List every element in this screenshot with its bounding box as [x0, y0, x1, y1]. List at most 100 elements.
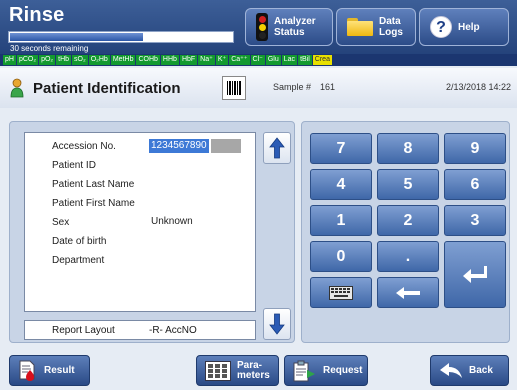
key-8[interactable]: 8 [377, 133, 439, 164]
folder-icon [347, 18, 373, 36]
result-button[interactable]: Result [9, 355, 90, 386]
parameter-chip: Cl⁻ [250, 55, 265, 65]
parameter-chip: sO₂ [72, 55, 88, 65]
key-6[interactable]: 6 [444, 169, 506, 200]
field-row-last-name[interactable]: Patient Last Name [25, 176, 257, 195]
arrow-up-icon [269, 137, 285, 159]
parameter-chip: Crea [312, 55, 332, 65]
parameters-button[interactable]: Para- meters [196, 355, 279, 386]
status-header: Rinse 30 seconds remaining pH pCO₂ pO₂ tHb s… [0, 0, 517, 66]
analyzer-status-label-line2: Status [274, 27, 305, 38]
parameter-chip: Ca⁺⁺ [229, 55, 250, 65]
backspace-arrow-icon [396, 286, 420, 299]
sample-number: 161 [320, 82, 336, 92]
request-button[interactable]: Request [284, 355, 368, 386]
scroll-down-button[interactable] [263, 308, 291, 340]
patient-field-list: Accession No. 1234567890 Patient ID Pati… [24, 132, 256, 312]
result-label: Result [44, 365, 75, 376]
department-value[interactable] [149, 253, 153, 267]
date-of-birth-label: Date of birth [52, 236, 107, 247]
arrow-down-icon [269, 313, 285, 335]
field-row-patient-id[interactable]: Patient ID [25, 157, 257, 176]
parameters-label-line2: meters [237, 369, 270, 381]
result-document-icon [19, 360, 35, 381]
help-question-icon: ? [430, 16, 452, 38]
parameter-chip: HHb [160, 55, 179, 65]
bottom-navigation-bar: Result Para- meters Request Back [0, 348, 517, 390]
traffic-light-icon [256, 13, 268, 41]
barcode-scan-button[interactable] [222, 76, 246, 100]
field-row-first-name[interactable]: Patient First Name [25, 195, 257, 214]
analyzer-status-button[interactable]: Analyzer Status [245, 8, 333, 46]
help-button[interactable]: ? Help [419, 8, 509, 46]
parameter-chip: K⁺ [215, 55, 229, 65]
date-time: 2/13/2018 14:22 [445, 82, 511, 92]
patient-id-label: Patient ID [52, 160, 96, 171]
data-logs-label-line1: Data [379, 16, 401, 27]
data-logs-label-line2: Logs [379, 27, 403, 38]
back-button[interactable]: Back [430, 355, 509, 386]
department-label: Department [52, 255, 105, 266]
date-of-birth-value[interactable] [149, 234, 153, 248]
report-layout-row[interactable]: Report Layout -R- AccNO [24, 320, 256, 340]
parameter-chip: MetHb [110, 55, 136, 65]
back-label: Back [469, 365, 493, 376]
parameter-chip: tBil [298, 55, 312, 65]
last-name-label: Patient Last Name [52, 179, 135, 190]
field-row-department[interactable]: Department [25, 252, 257, 271]
patient-person-icon [10, 78, 24, 98]
key-2[interactable]: 2 [377, 205, 439, 236]
last-name-value[interactable] [149, 177, 153, 191]
progress-bar-fill [10, 33, 143, 41]
key-decimal[interactable]: . [377, 241, 439, 272]
progress-text: 30 seconds remaining [10, 44, 89, 53]
first-name-label: Patient First Name [52, 198, 135, 209]
key-1[interactable]: 1 [310, 205, 372, 236]
sample-label: Sample # [273, 82, 312, 92]
help-label: Help [458, 21, 480, 33]
enter-key[interactable] [444, 241, 506, 308]
mode-title: Rinse [9, 4, 65, 26]
first-name-value[interactable] [149, 196, 153, 210]
enter-return-icon [463, 265, 487, 283]
key-0[interactable]: 0 [310, 241, 372, 272]
scroll-up-button[interactable] [263, 132, 291, 164]
keyboard-toggle-key[interactable] [310, 277, 372, 308]
back-arrow-icon [440, 362, 462, 378]
accession-label: Accession No. [52, 141, 116, 152]
field-row-date-of-birth[interactable]: Date of birth [25, 233, 257, 252]
backspace-key[interactable] [377, 277, 439, 308]
key-4[interactable]: 4 [310, 169, 372, 200]
key-3[interactable]: 3 [444, 205, 506, 236]
key-5[interactable]: 5 [377, 169, 439, 200]
key-9[interactable]: 9 [444, 133, 506, 164]
parameter-chip: pCO₂ [16, 55, 39, 65]
parameter-chip: pH [3, 55, 16, 65]
accession-input-remainder[interactable] [211, 139, 241, 153]
parameter-chip: Glu [265, 55, 281, 65]
parameter-chip: Lac [281, 55, 298, 65]
numeric-keypad-panel: 7 8 9 4 5 6 1 2 3 0 . [301, 121, 510, 343]
analyzer-status-label-line1: Analyzer [274, 16, 316, 27]
parameter-chip: Na⁺ [198, 55, 215, 65]
patient-id-value[interactable] [149, 158, 153, 172]
title-row: Patient Identification Sample # 161 2/13… [0, 68, 517, 108]
parameter-strip: pH pCO₂ pO₂ tHb sO₂ O₂Hb MetHb COHb HHb HbF Na⁺ K⁺ C… [0, 54, 517, 66]
request-label: Request [323, 365, 363, 376]
patient-fields-panel: Accession No. 1234567890 Patient ID Pati… [9, 121, 295, 343]
sex-value[interactable]: Unknown [149, 215, 195, 229]
report-layout-label: Report Layout [52, 325, 115, 336]
parameter-chip: COHb [136, 55, 160, 65]
report-layout-value: -R- AccNO [149, 325, 197, 336]
data-logs-button[interactable]: Data Logs [336, 8, 416, 46]
parameter-chip: HbF [179, 55, 198, 65]
progress-bar [8, 31, 234, 43]
field-row-accession[interactable]: Accession No. 1234567890 [25, 138, 257, 157]
key-7[interactable]: 7 [310, 133, 372, 164]
accession-value[interactable]: 1234567890 [149, 139, 209, 153]
sex-label: Sex [52, 217, 70, 228]
parameter-chip: O₂Hb [88, 55, 110, 65]
parameters-label-line1: Para- [237, 359, 263, 371]
page-title: Patient Identification [33, 80, 181, 97]
field-row-sex[interactable]: Sex Unknown [25, 214, 257, 233]
